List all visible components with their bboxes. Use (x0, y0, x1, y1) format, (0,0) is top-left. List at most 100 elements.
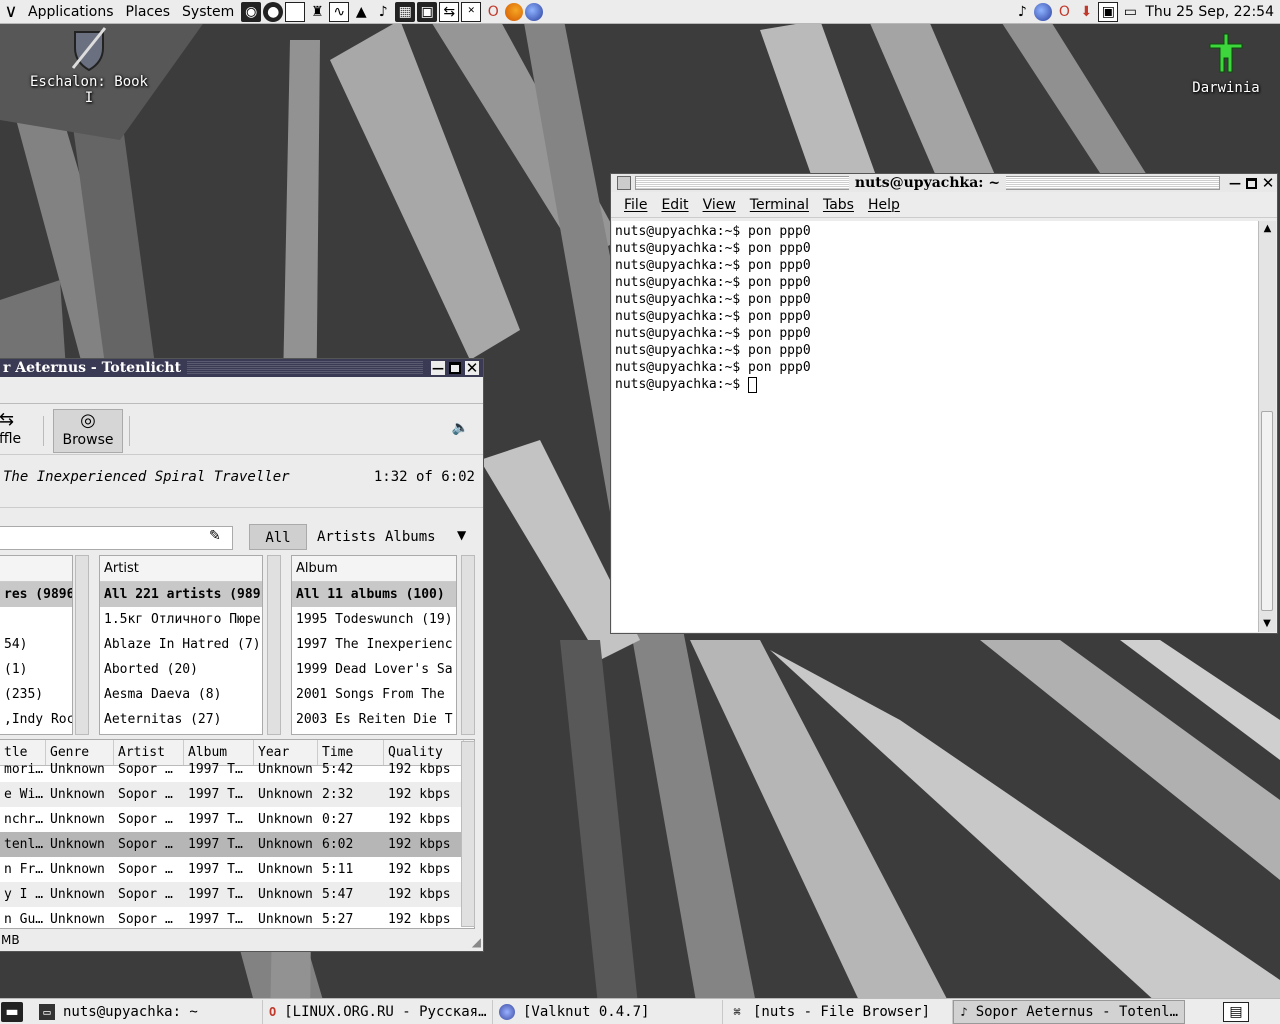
list-item[interactable]: ,Indy Roc (0, 707, 72, 732)
terminal-scrollbar[interactable]: ▲ ▼ (1258, 221, 1276, 632)
close-button[interactable]: ✕ (1261, 175, 1275, 190)
browse-button[interactable]: ◎ Browse (53, 409, 123, 453)
scroll-thumb[interactable] (1261, 411, 1273, 611)
chess-launcher-icon[interactable]: ♜ (307, 2, 327, 22)
menu-help[interactable]: Help (861, 197, 907, 213)
window-launcher-icon[interactable] (285, 1, 306, 22)
show-desktop-icon[interactable]: ▬ (1, 1001, 23, 1022)
artist-pane[interactable]: Artist All 221 artists (989 1.5кг Отличн… (99, 555, 263, 735)
search-input[interactable] (0, 526, 233, 550)
artist-pane-header[interactable]: Artist (100, 556, 262, 582)
lock-launcher-icon[interactable]: ▣ (417, 1, 438, 22)
list-item[interactable]: 2003 Es Reiten Die T (292, 707, 456, 732)
menu-terminal[interactable]: Terminal (743, 197, 816, 213)
menu-view[interactable]: View (696, 197, 743, 213)
menu-applications[interactable]: Applications (22, 0, 120, 24)
close-button[interactable]: ✕ (465, 360, 479, 375)
flash-launcher-icon[interactable]: ✕ (461, 1, 482, 22)
clock[interactable]: Thu 25 Sep, 22:54 (1145, 4, 1280, 20)
music-tray-icon[interactable]: ♪ (1012, 2, 1032, 22)
list-item[interactable]: (1) (0, 657, 72, 682)
opera-launcher-icon[interactable]: O (483, 2, 503, 22)
table-row[interactable]: y I … Unknown Sopor … 1997 T… Unknown 5:47 192… (0, 882, 474, 907)
terminal-titlebar[interactable]: nuts@upyachka: ~ — ✕ (611, 174, 1277, 192)
clear-search-icon[interactable]: ✎ (209, 528, 221, 544)
filter-all[interactable]: All (249, 524, 307, 550)
terminal-output[interactable]: nuts@upyachka:~$ pon ppp0 nuts@upyachka:… (612, 221, 1258, 632)
monitor-launcher-icon[interactable]: ∿ (329, 1, 350, 22)
table-row[interactable]: e Wi… Unknown Sopor … 1997 T… Unknown 2:32 192… (0, 782, 474, 807)
desktop-icon-eschalon[interactable]: Eschalon: Book I (24, 26, 154, 106)
shuffle-button[interactable]: ⇆ ffle (0, 409, 39, 453)
track-scrollbar[interactable] (461, 741, 475, 927)
window-menu-button[interactable] (617, 176, 631, 190)
foot-menu-icon[interactable]: ∨ (1, 2, 21, 22)
disc-launcher-icon[interactable]: ● (263, 1, 284, 22)
firefox-launcher-icon[interactable] (505, 2, 524, 21)
minimize-button[interactable]: — (431, 361, 445, 375)
volume-icon[interactable]: 🔈 (452, 420, 469, 436)
terminal-window[interactable]: nuts@upyachka: ~ — ✕ File Edit View Term… (610, 173, 1278, 634)
filter-artists[interactable]: Artists (317, 524, 376, 550)
resize-grip-icon[interactable]: ◢ (472, 935, 481, 949)
list-item[interactable]: 1997 The Inexperienc (292, 632, 456, 657)
track-list[interactable]: tle Genre Artist Album Year Time Quality… (0, 739, 475, 929)
list-item[interactable]: res (9896 (0, 582, 72, 607)
scroll-up-arrow[interactable]: ▲ (1259, 221, 1276, 237)
filter-dropdown-icon[interactable]: ▼ (457, 528, 466, 542)
menu-edit[interactable]: Edit (654, 197, 695, 213)
table-row[interactable]: mori… Unknown Sopor … 1997 T… Unknown 5:42 192… (0, 757, 474, 782)
genre-scrollbar[interactable] (75, 555, 89, 735)
task-opera[interactable]: O [LINUX.ORG.RU - Русская… (263, 999, 493, 1024)
workspace-switcher-icon[interactable]: ▤ (1223, 1001, 1249, 1022)
table-row[interactable]: nchr… Unknown Sopor … 1997 T… Unknown 0:27 192… (0, 807, 474, 832)
download-tray-icon[interactable]: ⬇ (1076, 2, 1096, 22)
browser-launcher-icon[interactable] (525, 2, 544, 21)
genre-pane[interactable]: ​ res (9896 54) (1) (235) ,Indy Roc (0, 555, 73, 735)
list-item[interactable]: Ablaze In Hatred (7) (100, 632, 262, 657)
screenshot-launcher-icon[interactable]: ◉ (241, 1, 262, 22)
list-item[interactable]: All 11 albums (100) (292, 582, 456, 607)
menu-places[interactable]: Places (120, 0, 177, 24)
list-item[interactable]: All 221 artists (989 (100, 582, 262, 607)
desktop-icon-darwinia[interactable]: Darwinia (1186, 32, 1266, 96)
list-item[interactable]: 1.5кг Отличного Пюре (100, 607, 262, 632)
transfer-launcher-icon[interactable]: ⇆ (439, 1, 460, 22)
workspace-tray-icon[interactable]: ▣ (1098, 1, 1119, 22)
artist-scrollbar[interactable] (267, 555, 281, 735)
task-terminal[interactable]: ▭ nuts@upyachka: ~ (33, 999, 263, 1024)
maximize-button[interactable] (449, 362, 461, 374)
list-item[interactable]: 2001 Songs From The (292, 682, 456, 707)
menu-tabs[interactable]: Tabs (816, 197, 861, 213)
list-item[interactable]: Aesma Daeva (8) (100, 682, 262, 707)
opera-tray-icon[interactable]: O (1054, 2, 1074, 22)
table-row[interactable]: tenl… Unknown Sopor … 1997 T… Unknown 6:02 192… (0, 832, 474, 857)
chat-launcher-icon[interactable]: ▦ (395, 1, 416, 22)
music-player-window[interactable]: r Aeternus - Totenlicht — ✕ ⇆ ffle ◎ Bro… (0, 358, 484, 952)
task-valknut[interactable]: [Valknut 0.4.7] (493, 999, 723, 1024)
maximize-button[interactable] (1246, 177, 1257, 189)
player-titlebar[interactable]: r Aeternus - Totenlicht — ✕ (0, 359, 483, 377)
table-row[interactable]: n Gu… Unknown Sopor … 1997 T… Unknown 5:27 192… (0, 907, 474, 928)
album-scrollbar[interactable] (461, 555, 475, 735)
list-item[interactable] (0, 607, 72, 632)
network-tray-icon[interactable] (1034, 2, 1053, 21)
list-item[interactable]: Aeternitas (27) (100, 707, 262, 732)
menu-file[interactable]: File (617, 197, 654, 213)
minimize-button[interactable]: — (1228, 176, 1242, 190)
menu-system[interactable]: System (176, 0, 240, 24)
printer-tray-icon[interactable]: ▭ (1120, 2, 1140, 22)
task-music-player[interactable]: ♪ Sopor Aeternus - Totenl… (953, 999, 1185, 1024)
task-file-browser[interactable]: ⌘ [nuts - File Browser] (723, 999, 953, 1024)
table-row[interactable]: n Fr… Unknown Sopor … 1997 T… Unknown 5:11 192… (0, 857, 474, 882)
list-item[interactable]: 1999 Dead Lover's Sa (292, 657, 456, 682)
list-item[interactable]: 54) (0, 632, 72, 657)
vlc-launcher-icon[interactable]: ▲ (351, 2, 371, 22)
scroll-down-arrow[interactable]: ▼ (1259, 616, 1275, 632)
list-item[interactable]: (235) (0, 682, 72, 707)
list-item[interactable]: Aborted (20) (100, 657, 262, 682)
list-item[interactable]: 1995 Todeswunch (19) (292, 607, 456, 632)
album-pane-header[interactable]: Album (292, 556, 456, 582)
album-pane[interactable]: Album All 11 albums (100) 1995 Todeswunc… (291, 555, 457, 735)
music-launcher-icon[interactable]: ♪ (373, 2, 393, 22)
